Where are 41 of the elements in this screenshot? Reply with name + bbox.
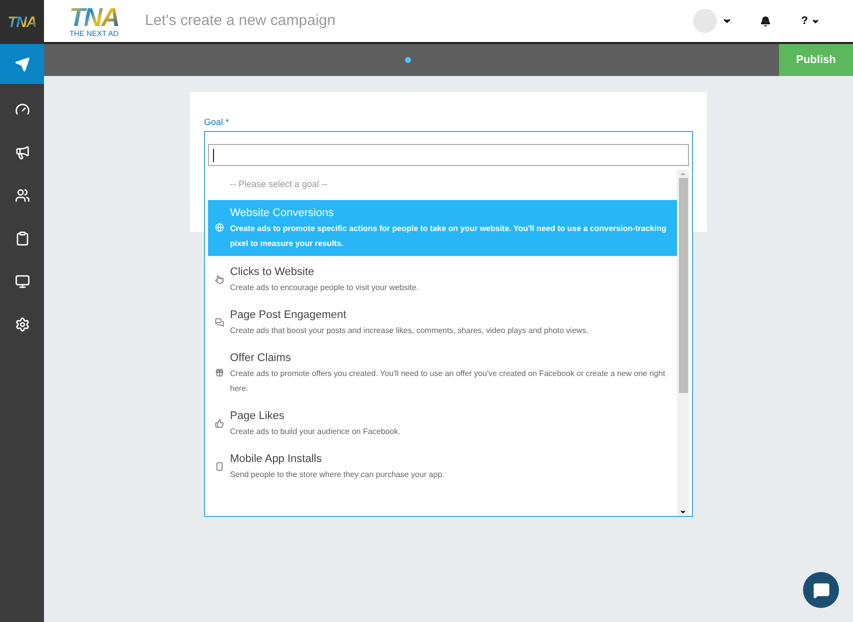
scrollbar-thumb[interactable]: [678, 178, 688, 393]
goal-option[interactable]: Offer Claims Create ads to promote offers you created. You'll need to use an offer you've created on Facebook or create a new one right here.: [208, 346, 677, 400]
option-title: Offer Claims: [230, 350, 292, 366]
option-description: Create ads to promote offers you created. You'll need to use an offer you've created on Facebook or create a new one right here.: [230, 368, 666, 394]
chat-icon: [812, 582, 830, 598]
page-title: Let's create a new campaign: [145, 10, 336, 31]
option-description: Create ads to encourage people to visit your website.: [230, 282, 420, 294]
phone-icon: [214, 462, 224, 470]
option-description: Create ads to build your audience on Facebook.: [230, 426, 402, 438]
option-title: Page Likes: [230, 408, 286, 424]
users-icon: [14, 188, 30, 203]
option-description: Create ads that boost your posts and increase likes, comments, shares, video plays and photo views.: [230, 324, 590, 337]
option-title: Clicks to Website: [230, 264, 316, 280]
help-menu[interactable]: ?: [801, 12, 820, 30]
chat-help-button[interactable]: [803, 572, 839, 608]
bell-icon[interactable]: [760, 16, 772, 26]
goal-option[interactable]: Mobile App Installs Send people to the store where they can purchase your app.: [208, 446, 677, 486]
scroll-down-icon[interactable]: [679, 508, 687, 516]
monitor-icon: [14, 274, 30, 289]
option-description: Send people to the store where they can purchase your app.: [230, 468, 446, 481]
chat-bubbles-icon: [214, 318, 224, 326]
gift-icon: [214, 368, 224, 377]
thumbs-up-icon: [214, 418, 224, 428]
goal-option[interactable]: Clicks to Website Create ads to encourage people to visit your website.: [208, 260, 677, 298]
logo-text: TNA: [8, 14, 36, 30]
send-icon: [14, 56, 30, 72]
field-label: Goal *: [204, 116, 230, 129]
clipboard-icon: [14, 231, 30, 246]
option-title: Page Post Engagement: [230, 308, 348, 322]
goal-option[interactable]: Page Likes Create ads to build your audience on Facebook.: [208, 404, 677, 442]
search-field[interactable]: [208, 144, 689, 166]
pointer-icon: [214, 274, 224, 284]
settings-icon: [14, 317, 30, 332]
caret-icon: [722, 16, 732, 26]
option-title: Mobile App Installs: [230, 452, 323, 466]
goal-option[interactable]: Page Post Engagement Create ads that boost your posts and increase likes, comments, shares, video plays and photo views.: [208, 302, 677, 342]
option-description: Create ads to promote specific actions for people to take on your website. You'll need to use a conversion-tracking pixel to measure your results.: [230, 222, 668, 250]
gauge-icon: [14, 102, 30, 117]
option-title: Website Conversions: [230, 206, 335, 220]
megaphone-icon: [14, 145, 30, 160]
globe-icon: [214, 223, 224, 232]
